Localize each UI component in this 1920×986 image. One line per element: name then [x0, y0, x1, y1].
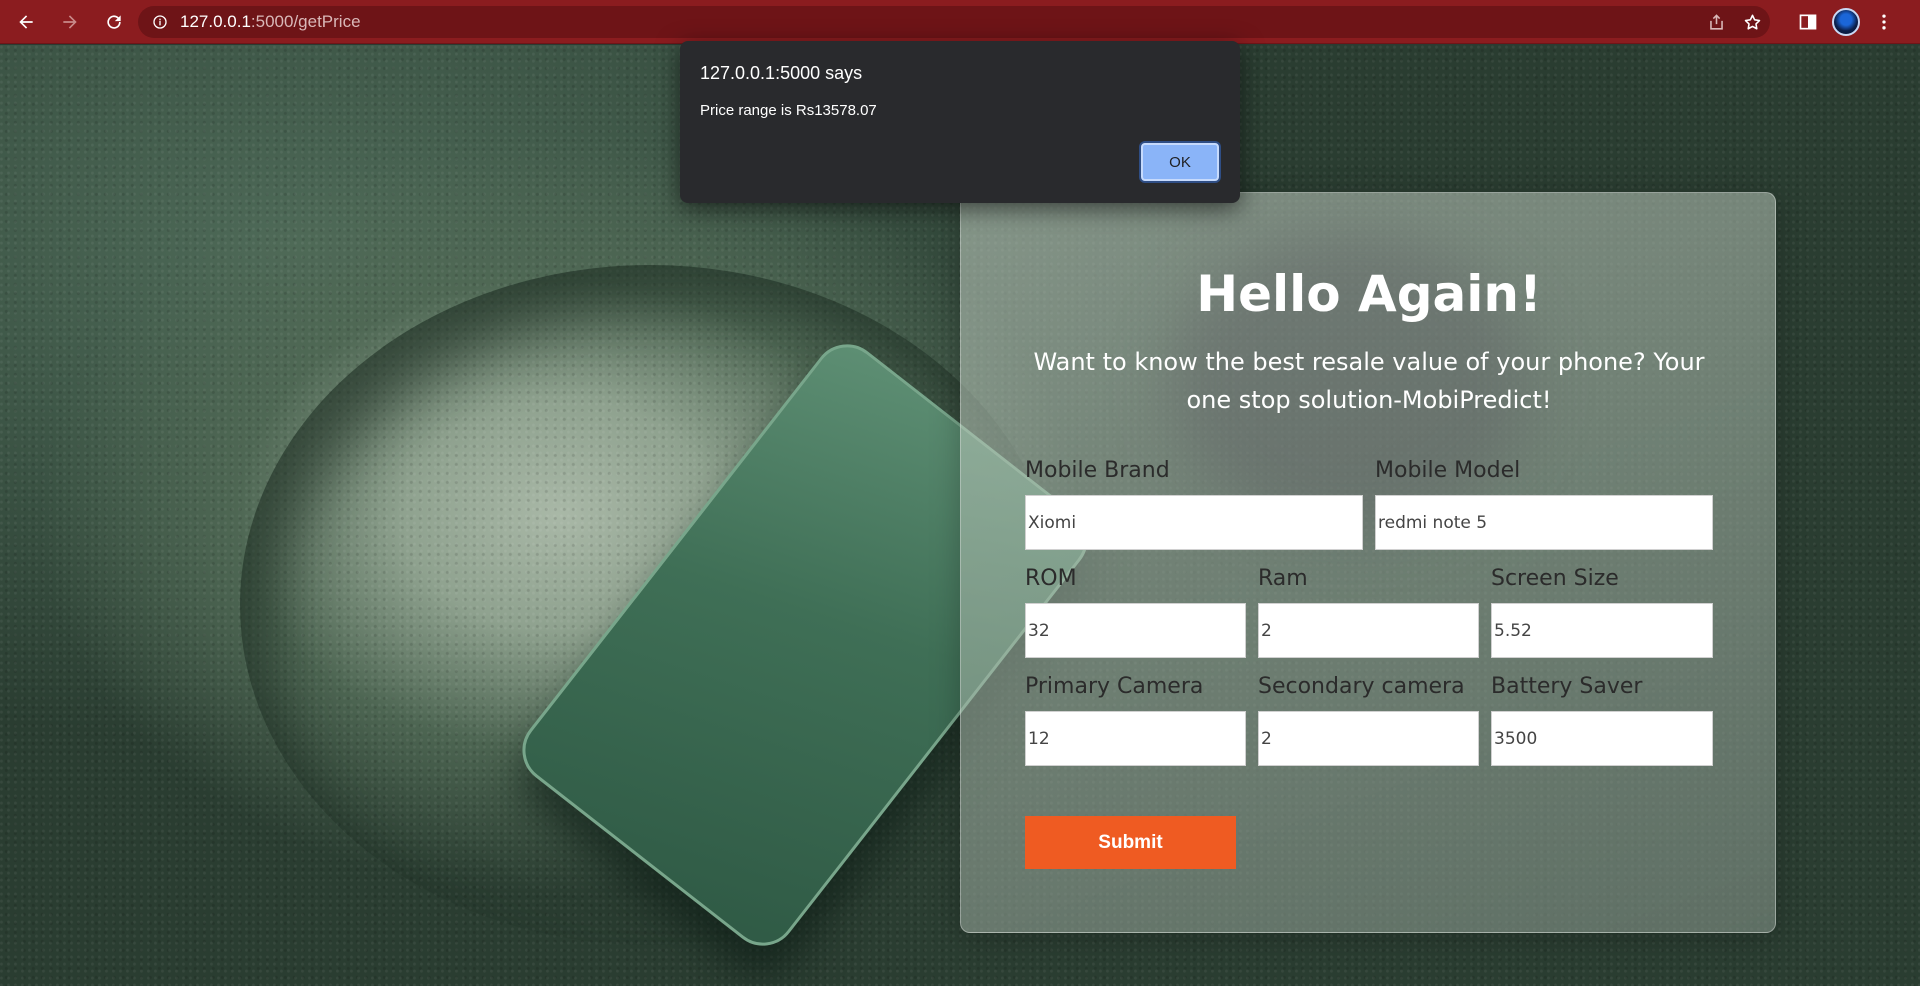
- reload-icon: [107, 14, 121, 29]
- battery-input[interactable]: [1491, 711, 1713, 766]
- menu-button[interactable]: [1866, 4, 1902, 40]
- avatar: [1832, 8, 1860, 36]
- ok-button[interactable]: OK: [1141, 143, 1219, 181]
- model-label: Mobile Model: [1375, 458, 1521, 483]
- rom-input[interactable]: [1025, 603, 1246, 658]
- brand-input[interactable]: [1025, 495, 1363, 550]
- screen-size-input[interactable]: [1491, 603, 1713, 658]
- primary-camera-input[interactable]: [1025, 711, 1246, 766]
- url-path: :5000/getPrice: [250, 12, 361, 31]
- alert-dialog: 127.0.0.1:5000 says Price range is Rs135…: [680, 41, 1240, 203]
- kebab-menu-icon: [1882, 14, 1886, 30]
- submit-button[interactable]: Submit: [1025, 816, 1236, 869]
- model-input[interactable]: [1375, 495, 1713, 550]
- ram-label: Ram: [1258, 566, 1308, 591]
- dialog-message: Price range is Rs13578.07: [700, 102, 877, 119]
- brand-label: Mobile Brand: [1025, 458, 1170, 483]
- page-title: Hello Again!: [1196, 265, 1542, 323]
- primary-camera-label: Primary Camera: [1025, 674, 1204, 699]
- info-icon[interactable]: [152, 14, 168, 30]
- secondary-camera-input[interactable]: [1258, 711, 1479, 766]
- back-button[interactable]: [8, 4, 44, 40]
- share-icon: [1709, 13, 1723, 30]
- bookmark-button[interactable]: [1734, 6, 1770, 38]
- screen-size-label: Screen Size: [1491, 566, 1619, 591]
- arrow-left-icon: [19, 14, 33, 29]
- reload-button[interactable]: [96, 4, 132, 40]
- star-icon: [1744, 14, 1760, 30]
- ram-input[interactable]: [1258, 603, 1479, 658]
- secondary-camera-label: Secondary camera: [1258, 674, 1465, 699]
- browser-toolbar: 127.0.0.1:5000/getPrice: [0, 0, 1920, 44]
- share-button[interactable]: [1698, 6, 1734, 38]
- side-panel-button[interactable]: [1790, 4, 1826, 40]
- prediction-form-card: Hello Again! Want to know the best resal…: [960, 192, 1776, 933]
- profile-button[interactable]: [1828, 4, 1864, 40]
- dialog-title: 127.0.0.1:5000 says: [700, 63, 863, 83]
- address-bar[interactable]: 127.0.0.1:5000/getPrice: [138, 6, 1770, 38]
- side-panel-icon: [1799, 14, 1817, 30]
- arrow-right-icon: [63, 14, 77, 29]
- url-host: 127.0.0.1: [180, 12, 251, 31]
- rom-label: ROM: [1025, 566, 1077, 591]
- battery-label: Battery Saver: [1491, 674, 1643, 699]
- forward-button[interactable]: [52, 4, 88, 40]
- page-subtitle: Want to know the best resale value of yo…: [1033, 348, 1705, 414]
